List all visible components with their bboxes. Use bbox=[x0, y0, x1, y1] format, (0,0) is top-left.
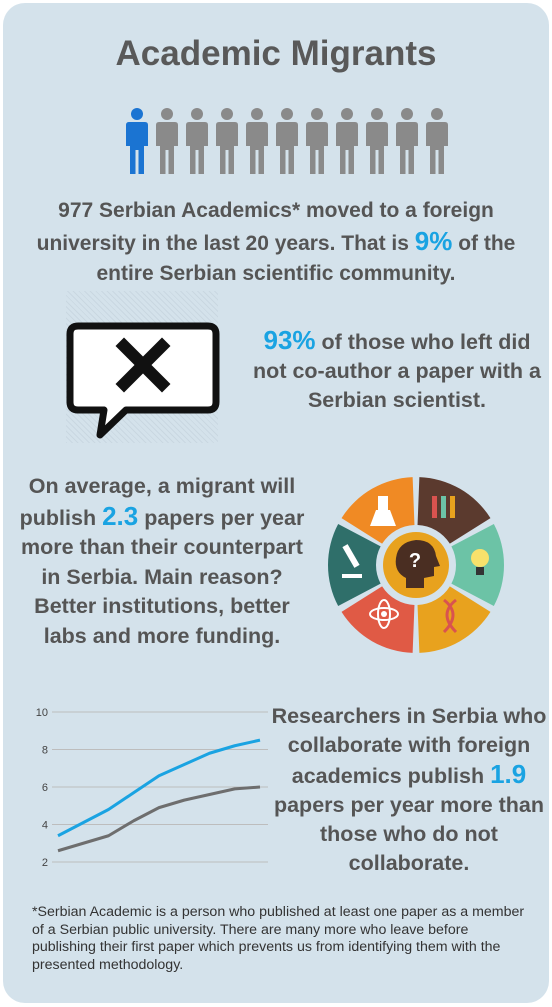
highlight-value: 2.3 bbox=[102, 500, 139, 531]
science-wheel-icon: ? bbox=[328, 477, 504, 653]
publication-rate-statement: On average, a migrant will publish 2.3 p… bbox=[12, 472, 312, 651]
person-icon bbox=[426, 108, 448, 174]
person-icon bbox=[306, 108, 328, 174]
page-title: Academic Migrants bbox=[115, 34, 437, 73]
footnote: *Serbian Academic is a person who publis… bbox=[32, 904, 525, 973]
person-icon bbox=[396, 108, 418, 174]
migrant-count-statement: 977 Serbian Academics* moved to a foreig… bbox=[20, 196, 532, 289]
collaboration-statement: Researchers in Serbia who collaborate wi… bbox=[270, 702, 548, 878]
series-line-collaborators bbox=[57, 738, 261, 838]
test-tubes-icon bbox=[432, 496, 455, 518]
no-collaboration-speech-bubble-icon bbox=[66, 322, 220, 439]
person-icon bbox=[336, 108, 358, 174]
no-coauthor-statement: 93% of those who left did not co-author … bbox=[252, 326, 542, 415]
person-icon bbox=[156, 108, 178, 174]
y-tick-label: 8 bbox=[42, 745, 48, 757]
person-icon-highlighted bbox=[126, 108, 148, 174]
highlight-value: 1.9 bbox=[490, 759, 527, 789]
y-tick-label: 4 bbox=[42, 820, 48, 832]
line-chart: 2 4 6 8 10 bbox=[36, 707, 268, 869]
people-icon-row bbox=[126, 108, 448, 174]
person-icon bbox=[186, 108, 208, 174]
y-tick-label: 6 bbox=[42, 782, 48, 794]
person-icon bbox=[246, 108, 268, 174]
y-tick-label: 10 bbox=[36, 707, 48, 719]
statement-text: papers per year more than those who do n… bbox=[273, 793, 545, 875]
y-tick-label: 2 bbox=[42, 857, 48, 869]
person-icon bbox=[276, 108, 298, 174]
person-icon bbox=[366, 108, 388, 174]
highlight-value: 93% bbox=[263, 325, 316, 355]
highlight-value: 9% bbox=[414, 226, 453, 256]
person-icon bbox=[216, 108, 238, 174]
svg-text:?: ? bbox=[409, 550, 421, 572]
